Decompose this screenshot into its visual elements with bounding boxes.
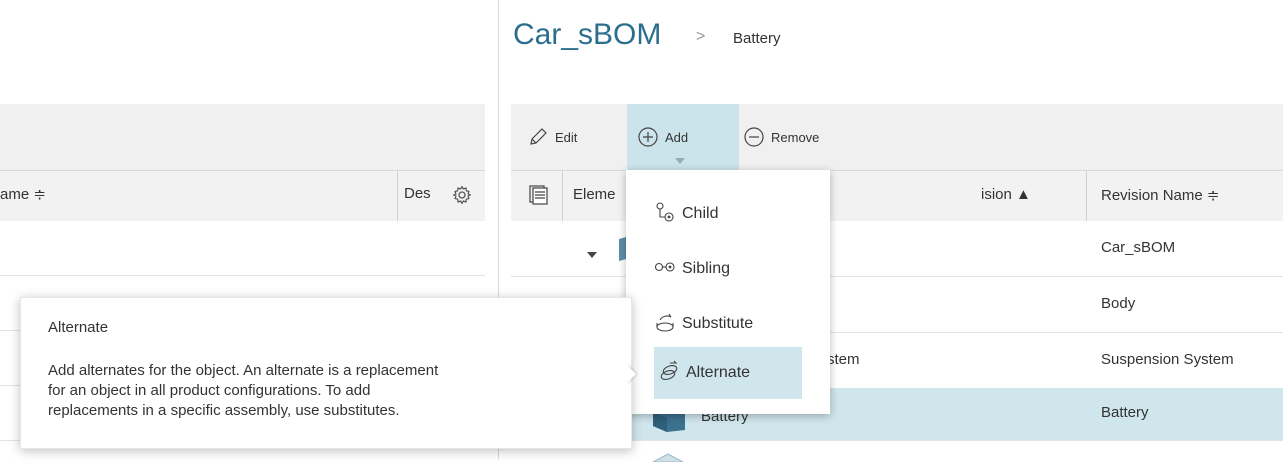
left-table-header: ame ≑ Des bbox=[0, 170, 485, 222]
plus-circle-icon bbox=[637, 126, 659, 148]
page-title[interactable]: Car_sBOM bbox=[513, 18, 661, 52]
edit-label: Edit bbox=[555, 129, 578, 145]
table-row[interactable] bbox=[0, 221, 485, 276]
chevron-down-icon bbox=[675, 158, 685, 164]
add-dropdown-menu: Child Sibling Substitute Alternate bbox=[626, 170, 830, 414]
menu-item-label: Alternate bbox=[686, 364, 751, 381]
menu-item-label: Sibling bbox=[682, 260, 731, 277]
column-chooser-icon[interactable] bbox=[529, 185, 549, 210]
pencil-icon bbox=[527, 126, 549, 148]
expand-caret-icon[interactable] bbox=[587, 245, 597, 263]
menu-item-label: Child bbox=[682, 205, 719, 222]
alternate-icon bbox=[658, 360, 680, 387]
revision-column-header[interactable]: ision ▲ bbox=[981, 186, 1031, 203]
add-label: Add bbox=[665, 129, 689, 145]
substitute-icon bbox=[654, 311, 676, 338]
revision-name-column-header[interactable]: Revision Name ≑ bbox=[1101, 186, 1219, 204]
revision-name-cell: Suspension System bbox=[1101, 351, 1234, 368]
sibling-icon bbox=[654, 256, 676, 283]
column-divider[interactable] bbox=[1086, 171, 1087, 221]
gear-icon[interactable] bbox=[452, 185, 472, 205]
column-divider[interactable] bbox=[397, 171, 398, 221]
breadcrumb-separator: > bbox=[696, 28, 706, 45]
menu-item-substitute[interactable]: Substitute bbox=[654, 298, 830, 350]
revision-name-cell: Car_sBOM bbox=[1101, 239, 1176, 256]
name-column-header[interactable]: ame ≑ bbox=[0, 185, 46, 203]
remove-button[interactable]: Remove bbox=[733, 104, 829, 170]
element-column-header[interactable]: Eleme bbox=[573, 186, 616, 203]
revision-name-cell: Battery bbox=[1101, 404, 1149, 421]
menu-item-child[interactable]: Child bbox=[654, 188, 830, 240]
column-divider[interactable] bbox=[562, 171, 563, 221]
left-toolbar bbox=[0, 104, 485, 170]
menu-item-sibling[interactable]: Sibling bbox=[654, 243, 830, 295]
child-icon bbox=[654, 201, 676, 228]
tooltip-body: Add alternates for the object. An altern… bbox=[48, 362, 439, 419]
remove-label: Remove bbox=[771, 129, 820, 145]
menu-item-alternate[interactable]: Alternate bbox=[654, 347, 802, 399]
element-cell: stem bbox=[827, 351, 860, 368]
menu-item-label: Substitute bbox=[682, 315, 754, 332]
right-toolbar: Edit Add Remove bbox=[511, 104, 1283, 170]
tooltip-title: Alternate bbox=[48, 319, 109, 336]
add-button[interactable]: Add bbox=[627, 104, 739, 170]
edit-button[interactable]: Edit bbox=[517, 104, 587, 170]
breadcrumb-current: Battery bbox=[733, 30, 781, 47]
tooltip-arrow bbox=[626, 364, 636, 384]
revision-name-cell: Body bbox=[1101, 295, 1136, 312]
alternate-tooltip: Alternate Add alternates for the object.… bbox=[20, 297, 632, 449]
part-cube-icon bbox=[651, 449, 685, 467]
minus-circle-icon bbox=[743, 126, 765, 148]
description-column-header[interactable]: Des bbox=[404, 185, 431, 202]
